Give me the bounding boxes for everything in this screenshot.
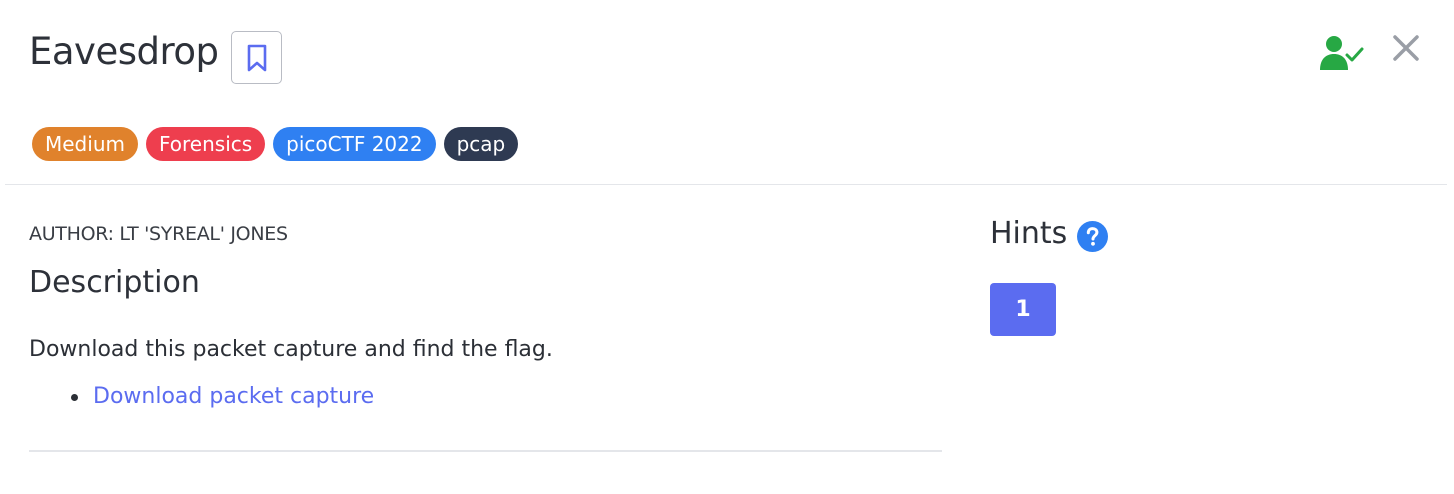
description-heading: Description <box>29 265 200 300</box>
hint-1-button[interactable]: 1 <box>990 283 1056 336</box>
bullet-icon <box>71 394 78 401</box>
hints-heading: Hints <box>990 216 1068 251</box>
event-tag: picoCTF 2022 <box>273 127 436 161</box>
description-divider <box>29 450 942 452</box>
challenge-header: Eavesdrop Medium Forensics picoCTF 2022 … <box>0 0 1454 185</box>
difficulty-tag: Medium <box>32 127 138 161</box>
topic-tag: pcap <box>443 127 519 161</box>
user-check-icon <box>1320 36 1364 70</box>
tag-list: Medium Forensics picoCTF 2022 pcap <box>32 127 519 161</box>
bookmark-icon <box>247 44 266 71</box>
bookmark-button[interactable] <box>231 31 282 84</box>
challenge-title: Eavesdrop <box>29 30 219 73</box>
question-circle-icon[interactable] <box>1076 220 1109 253</box>
download-packet-capture-link[interactable]: Download packet capture <box>93 384 374 409</box>
author-label: AUTHOR: LT 'SYREAL' JONES <box>29 223 288 245</box>
close-icon[interactable] <box>1390 32 1422 64</box>
description-text: Download this packet capture and find th… <box>29 337 553 362</box>
list-item: Download packet capture <box>70 382 374 412</box>
description-links: Download packet capture <box>70 382 374 412</box>
category-tag: Forensics <box>145 127 266 161</box>
header-divider <box>5 184 1447 185</box>
